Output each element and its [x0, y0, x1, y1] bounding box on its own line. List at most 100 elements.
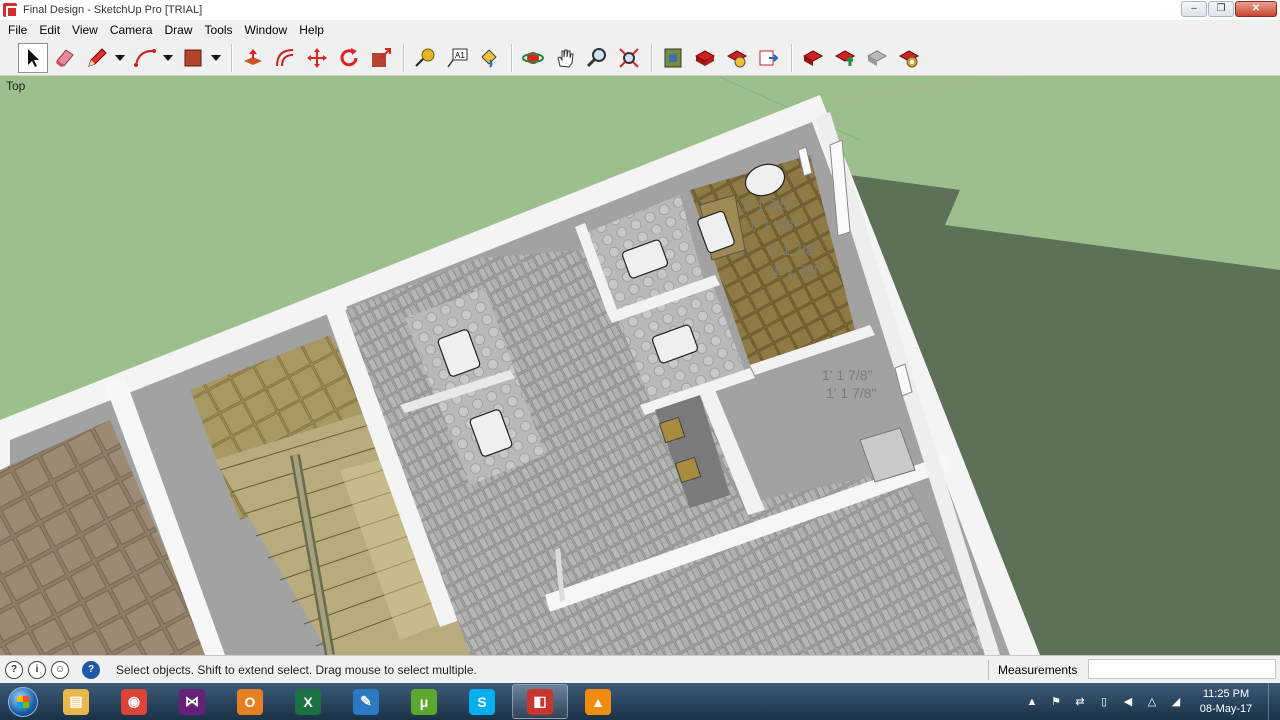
arc-tool[interactable]: [130, 43, 160, 73]
line-tool[interactable]: [82, 43, 112, 73]
minimize-button[interactable]: –: [1181, 1, 1207, 17]
layout-tool[interactable]: [722, 43, 752, 73]
close-button[interactable]: ✕: [1235, 1, 1277, 17]
taskbar-app-utorrent[interactable]: μ: [396, 684, 452, 719]
zoom-extents-icon: [619, 47, 639, 68]
menu-window[interactable]: Window: [239, 23, 294, 37]
orbit-tool[interactable]: [518, 43, 548, 73]
wifi-icon[interactable]: ◢: [1169, 695, 1183, 709]
measurements-label: Measurements: [998, 663, 1078, 677]
toolbar-separator: [651, 43, 653, 72]
skype-icon: S: [469, 688, 495, 715]
taskbar-app-visual-studio[interactable]: ⋈: [164, 684, 220, 719]
push-pull-tool[interactable]: [238, 43, 268, 73]
arc-tool-dropdown[interactable]: [162, 43, 174, 73]
warehouse-icon: [664, 48, 682, 67]
tray-expand-icon[interactable]: ▲: [1025, 695, 1039, 709]
menu-file[interactable]: File: [2, 23, 33, 37]
visual-studio-icon: ⋈: [179, 688, 205, 715]
extension-4-tool[interactable]: [894, 43, 924, 73]
toolbar-separator: [231, 43, 233, 72]
taskbar-app-skype[interactable]: S: [454, 684, 510, 719]
send-to-layout-tool[interactable]: [754, 43, 784, 73]
rectangle-tool[interactable]: [178, 43, 208, 73]
dimension-label[interactable]: 1' 1 7/8": [822, 367, 872, 383]
taskbar-app-outlook[interactable]: O: [222, 684, 278, 719]
taskbar-apps: ▤ ◉ ⋈ O X ✎ μ S ◧ ▲: [46, 684, 626, 719]
taskbar-app-sketchup[interactable]: ◧: [512, 684, 568, 719]
tape-measure-tool[interactable]: [410, 43, 440, 73]
3d-warehouse-tool[interactable]: [658, 43, 688, 73]
pencil-icon: [88, 47, 107, 67]
help-icon[interactable]: ?: [82, 660, 100, 679]
window-title: Final Design - SketchUp Pro [TRIAL]: [23, 4, 203, 16]
arrow-icon: [28, 48, 39, 67]
extension-gray-icon: [866, 49, 888, 66]
taskbar-app-excel[interactable]: X: [280, 684, 336, 719]
paint-bucket-icon: [481, 48, 497, 68]
menu-tools[interactable]: Tools: [199, 23, 239, 37]
flag-icon[interactable]: ⚑: [1049, 695, 1063, 709]
measurements-input[interactable]: [1088, 659, 1276, 679]
text-tool[interactable]: A1: [442, 43, 472, 73]
geo-location-icon[interactable]: ?: [5, 660, 23, 679]
taskbar-app-chrome[interactable]: ◉: [106, 684, 162, 719]
extension-2-tool[interactable]: [830, 43, 860, 73]
dimension-label[interactable]: 1' 1 7/8": [742, 196, 793, 214]
extension-warehouse-tool[interactable]: [690, 43, 720, 73]
menu-edit[interactable]: Edit: [33, 23, 66, 37]
system-tray: ▲ ⚑ ⇄ ▯ ◀ △ ◢ 11:25 PM 08-May-17: [1020, 683, 1280, 720]
text-tool-label: A1: [455, 51, 465, 60]
extension-gear-icon: [898, 49, 920, 67]
eraser-tool[interactable]: [50, 43, 80, 73]
menu-camera[interactable]: Camera: [104, 23, 159, 37]
status-divider: [988, 660, 989, 680]
dimension-label[interactable]: 1' 1 7/8": [772, 262, 822, 278]
dimension-label[interactable]: 1' 1 7/8": [826, 385, 876, 401]
menu-draw[interactable]: Draw: [159, 23, 199, 37]
select-tool[interactable]: [18, 42, 48, 73]
rectangle-icon: [184, 49, 202, 66]
clock[interactable]: 11:25 PM 08-May-17: [1188, 687, 1264, 717]
window-controls: – ❐ ✕: [1181, 1, 1277, 17]
menu-view[interactable]: View: [66, 23, 104, 37]
zoom-extents-tool[interactable]: [614, 43, 644, 73]
rectangle-tool-dropdown[interactable]: [210, 43, 222, 73]
paint-bucket-tool[interactable]: [474, 43, 504, 73]
line-tool-dropdown[interactable]: [114, 43, 126, 73]
extension-red-icon: [802, 49, 824, 66]
windows-orb-icon: [8, 686, 38, 717]
zoom-tool[interactable]: [582, 43, 612, 73]
google-drive-icon[interactable]: △: [1145, 695, 1159, 709]
taskbar-app-notes[interactable]: ✎: [338, 684, 394, 719]
start-button[interactable]: [0, 683, 46, 720]
dimension-label[interactable]: 1' 1 7/8": [748, 217, 798, 233]
credits-icon[interactable]: i: [28, 660, 46, 679]
sketchup-app-icon[interactable]: [3, 3, 18, 18]
user-icon[interactable]: ☺: [51, 660, 69, 679]
network-share-icon[interactable]: ⇄: [1073, 695, 1087, 709]
text-icon: A1: [447, 48, 468, 67]
show-desktop-button[interactable]: [1268, 683, 1280, 720]
send-icon: [759, 50, 779, 65]
battery-icon[interactable]: ▯: [1097, 695, 1111, 709]
extension-3-tool[interactable]: [862, 43, 892, 73]
dimension-label[interactable]: 1' 1 7/8": [768, 242, 818, 258]
notes-icon: ✎: [353, 688, 379, 715]
taskbar-app-vlc[interactable]: ▲: [570, 684, 626, 719]
restore-button[interactable]: ❐: [1208, 1, 1234, 17]
model-viewport[interactable]: Top 1' 1 7/8" 1' 1 7/8" 1' 1 7/8" 1' 1 7…: [0, 77, 1280, 655]
extension-1-tool[interactable]: [798, 43, 828, 73]
offset-icon: [276, 48, 294, 66]
taskbar-app-explorer[interactable]: ▤: [48, 684, 104, 719]
chrome-icon: ◉: [121, 688, 147, 715]
rotate-tool[interactable]: [334, 43, 364, 73]
pan-tool[interactable]: [550, 43, 580, 73]
menu-help[interactable]: Help: [293, 23, 330, 37]
offset-tool[interactable]: [270, 43, 300, 73]
move-tool[interactable]: [302, 43, 332, 73]
volume-icon[interactable]: ◀: [1121, 695, 1135, 709]
scale-tool[interactable]: [366, 43, 396, 73]
folder-icon: ▤: [63, 688, 89, 715]
toolbar-separator: [403, 43, 405, 72]
